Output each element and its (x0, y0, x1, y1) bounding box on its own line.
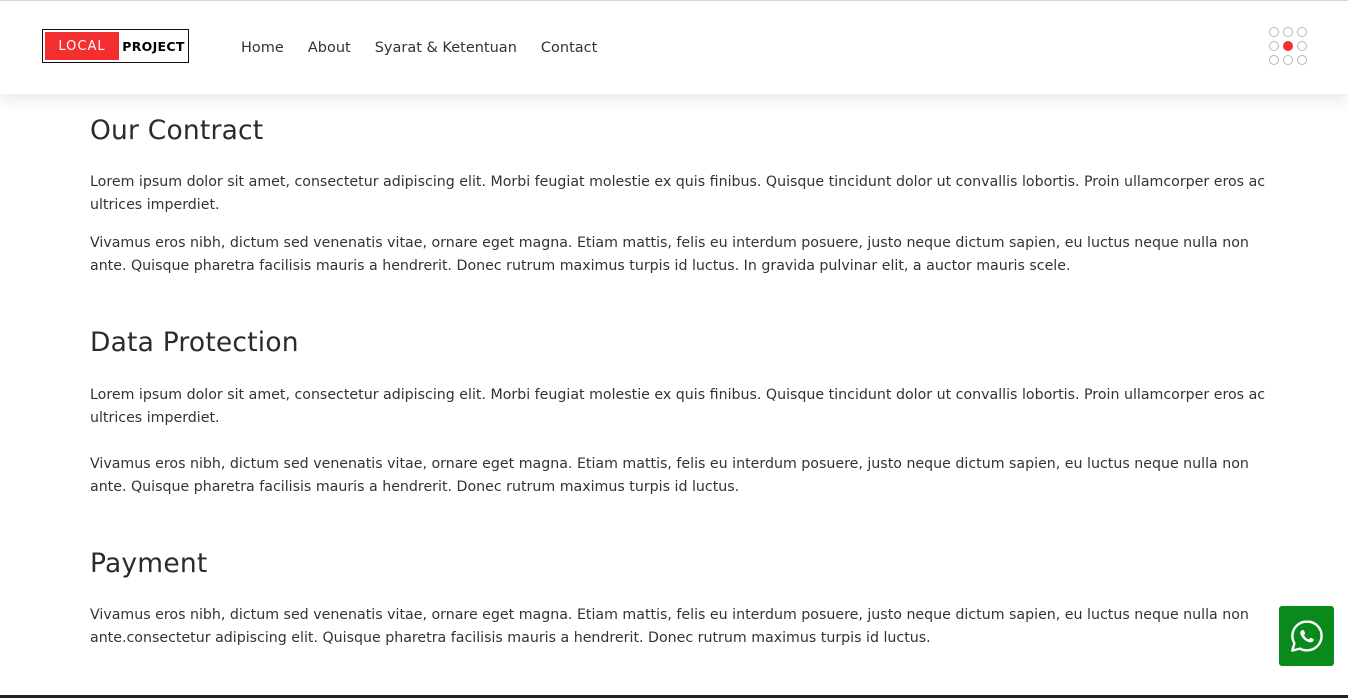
menu-dot (1269, 55, 1279, 65)
main-nav: Home About Syarat & Ketentuan Contact (241, 1, 621, 94)
menu-dot (1269, 41, 1279, 51)
section-title-payment: Payment (90, 548, 208, 579)
section-title-data-protection: Data Protection (90, 327, 299, 358)
whatsapp-icon (1290, 620, 1323, 652)
whatsapp-button[interactable] (1279, 606, 1334, 666)
menu-dot (1283, 27, 1293, 37)
menu-dot (1283, 55, 1293, 65)
section-paragraph: Vivamus eros nibh, dictum sed venenatis … (90, 235, 1249, 274)
nav-syarat-ketentuan[interactable]: Syarat & Ketentuan (375, 40, 517, 56)
menu-dot (1297, 27, 1307, 37)
section-paragraph: Vivamus eros nibh, dictum sed venenatis … (90, 456, 1249, 495)
nav-contact[interactable]: Contact (541, 40, 597, 56)
site-header: LOCAL PROJECT Home About Syarat & Ketent… (0, 1, 1348, 94)
menu-dot (1297, 55, 1307, 65)
nav-about[interactable]: About (308, 40, 351, 56)
menu-dot (1297, 41, 1307, 51)
section-title-our-contract: Our Contract (90, 115, 264, 146)
section-paragraph: Vivamus eros nibh, dictum sed venenatis … (90, 607, 1249, 646)
dots-grid-icon[interactable] (1269, 27, 1311, 69)
section-paragraph: Lorem ipsum dolor sit amet, consectetur … (90, 174, 1266, 213)
nav-home[interactable]: Home (241, 40, 284, 56)
logo-local-text: LOCAL (45, 32, 119, 60)
site-logo[interactable]: LOCAL PROJECT (42, 29, 189, 63)
menu-dot (1269, 27, 1279, 37)
menu-dot-active (1283, 41, 1293, 51)
logo-project-text: PROJECT (122, 38, 185, 54)
section-paragraph: Lorem ipsum dolor sit amet, consectetur … (90, 387, 1266, 426)
